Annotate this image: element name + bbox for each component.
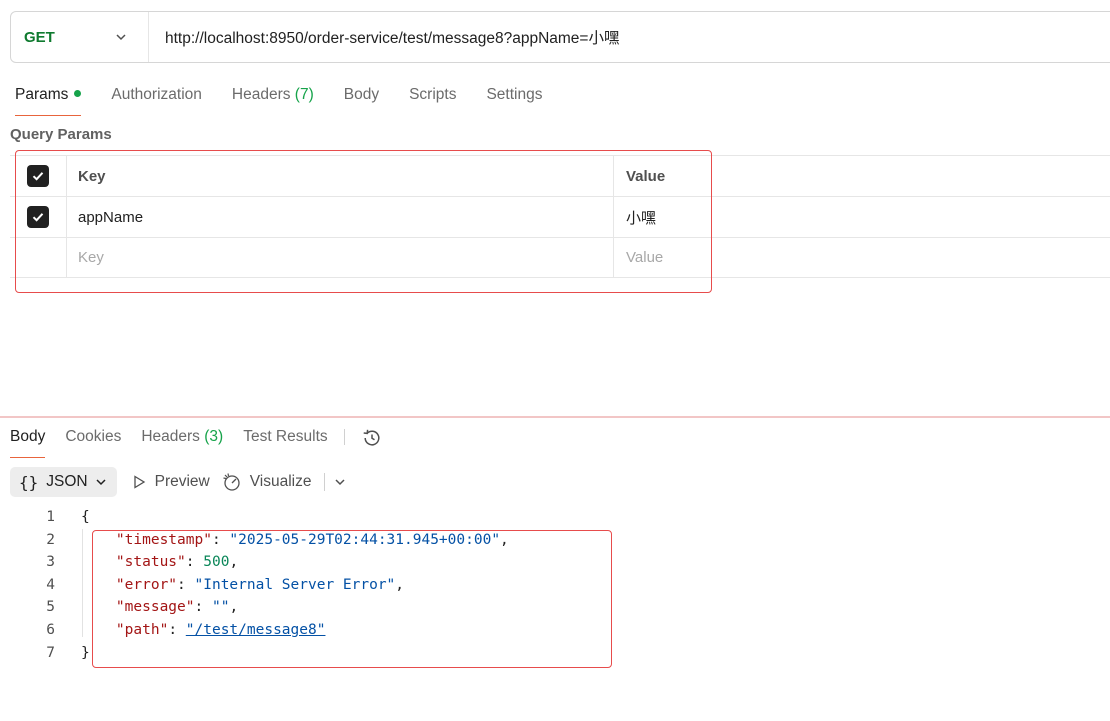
tab-separator (343, 429, 345, 445)
tab-response-headers[interactable]: Headers (3) (141, 426, 223, 458)
request-tabs: Params Authorization Headers (7) Body Sc… (15, 84, 572, 116)
visualize-label: Visualize (249, 473, 312, 490)
chevron-down-icon (96, 479, 106, 486)
line-number: 7 (46, 644, 55, 661)
query-params-table: Key Value appName 小嘿 Key Value (10, 155, 1110, 278)
response-toolbar: {} JSON Preview Visualize (10, 467, 347, 497)
code-line: 7 } (0, 642, 1110, 665)
tab-label: Headers (141, 428, 200, 445)
tab-label: Test Results (243, 428, 328, 445)
line-number: 4 (46, 576, 55, 593)
history-icon[interactable] (361, 427, 383, 449)
code-line: 3 "status": 500, (0, 551, 1110, 574)
visualize-button[interactable]: Visualize (222, 472, 312, 492)
response-tabs: Body Cookies Headers (3) Test Results (10, 426, 383, 458)
new-value-input[interactable]: Value (614, 238, 1110, 277)
panel-divider[interactable] (0, 416, 1110, 418)
tab-label: Body (343, 86, 380, 103)
json-value: "Internal Server Error" (194, 576, 396, 593)
params-active-dot (74, 90, 82, 97)
code-line: 2 "timestamp": "2025-05-29T02:44:31.945+… (0, 529, 1110, 552)
json-key: "error" (115, 576, 178, 593)
json-value: "2025-05-29T02:44:31.945+00:00" (229, 531, 501, 548)
tab-label: Params (15, 86, 69, 103)
tab-params[interactable]: Params (15, 84, 82, 116)
line-number: 6 (46, 621, 55, 638)
braces-icon: {} (19, 472, 39, 492)
visualize-icon (223, 473, 240, 491)
table-header-row: Key Value (10, 155, 1110, 196)
json-key: "timestamp" (115, 531, 212, 548)
tab-label: Authorization (111, 86, 202, 103)
line-number: 5 (46, 599, 55, 616)
json-key: "message" (115, 599, 195, 616)
tab-body[interactable]: Body (344, 84, 379, 116)
checkmark-icon (32, 213, 44, 222)
table-row: appName 小嘿 (10, 196, 1110, 237)
tab-authorization[interactable]: Authorization (111, 84, 201, 116)
json-key: "status" (115, 554, 186, 571)
json-value: 500 (203, 554, 230, 571)
code-line: 5 "message": "", (0, 596, 1110, 619)
tab-settings[interactable]: Settings (486, 84, 542, 116)
json-key: "path" (115, 621, 169, 638)
url-input[interactable]: http://localhost:8950/order-service/test… (149, 26, 619, 48)
tab-label: Settings (486, 86, 543, 103)
json-value: "" (211, 599, 230, 616)
open-brace: { (81, 509, 90, 525)
json-link-value[interactable]: "/test/message8" (186, 622, 326, 638)
close-brace: } (81, 644, 90, 661)
tab-label: Scripts (409, 86, 457, 103)
preview-label: Preview (154, 473, 210, 490)
checkmark-icon (32, 172, 44, 181)
line-number: 2 (46, 531, 55, 548)
response-body-code: 1 { 2 "timestamp": "2025-05-29T02:44:31.… (0, 506, 1110, 664)
new-key-input[interactable]: Key (67, 238, 614, 277)
toolbar-separator (323, 473, 325, 491)
select-all-checkbox[interactable] (27, 165, 49, 187)
format-select[interactable]: {} JSON (10, 467, 117, 497)
param-value-input[interactable]: 小嘿 (614, 197, 1110, 237)
param-key-input[interactable]: appName (67, 197, 614, 237)
tab-label: Body (10, 428, 46, 445)
play-icon (133, 475, 145, 489)
method-select[interactable]: GET (11, 12, 149, 62)
chevron-down-icon (116, 34, 126, 41)
query-params-title: Query Params (10, 126, 112, 143)
format-label: JSON (46, 473, 88, 490)
code-line: 1 { (0, 506, 1110, 529)
chevron-down-icon[interactable] (333, 475, 347, 489)
line-number: 1 (46, 509, 55, 525)
tab-label: Cookies (65, 428, 122, 445)
tab-test-results[interactable]: Test Results (243, 426, 327, 458)
table-row-new: Key Value (10, 237, 1110, 278)
preview-button[interactable]: Preview (131, 473, 210, 491)
line-number: 3 (46, 554, 55, 571)
param-enabled-checkbox[interactable] (27, 206, 49, 228)
key-column-header: Key (67, 156, 614, 196)
request-url-bar: GET http://localhost:8950/order-service/… (10, 11, 1110, 63)
tab-response-body[interactable]: Body (10, 426, 46, 458)
tab-cookies[interactable]: Cookies (65, 426, 121, 458)
tab-headers[interactable]: Headers (7) (232, 84, 314, 116)
tab-label: Headers (231, 86, 291, 103)
code-line: 6 "path": "/test/message8" (0, 619, 1110, 642)
tab-scripts[interactable]: Scripts (409, 84, 456, 116)
value-column-header: Value (626, 167, 666, 185)
tab-count: (7) (294, 86, 314, 103)
tab-count: (3) (204, 428, 224, 445)
code-line: 4 "error": "Internal Server Error", (0, 574, 1110, 597)
method-label: GET (24, 28, 55, 46)
